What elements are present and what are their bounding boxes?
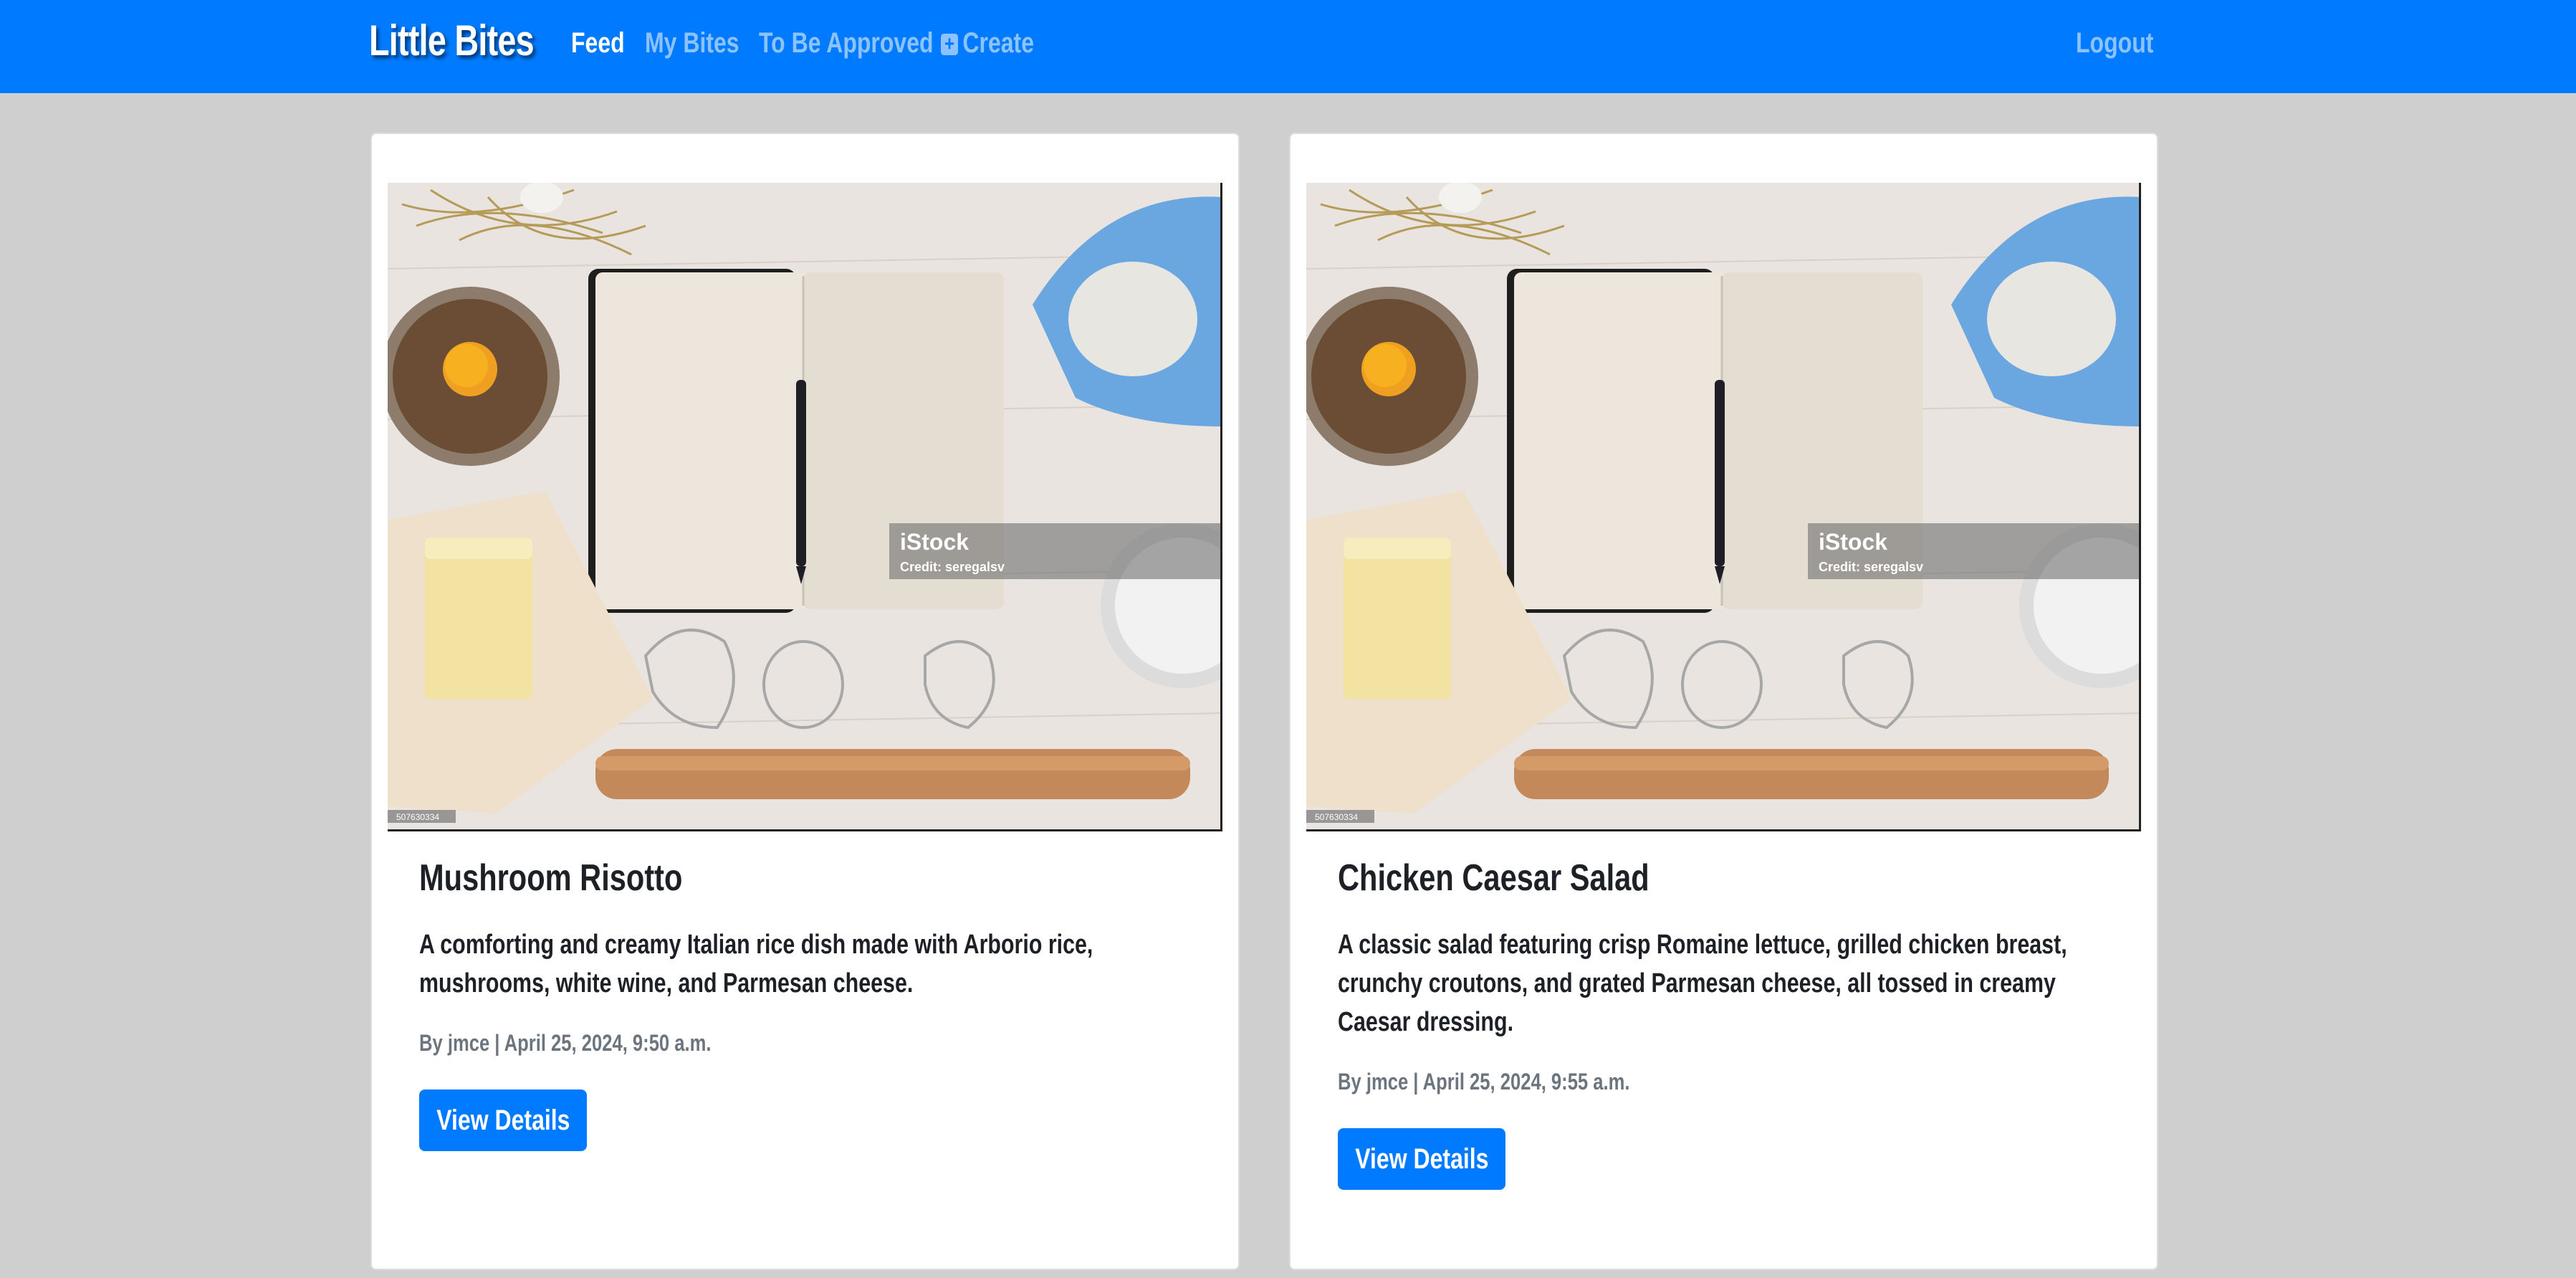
image-id-label: 507630334: [396, 812, 439, 822]
post-description: A classic salad featuring crisp Romaine …: [1338, 930, 2067, 1037]
post-title: Chicken Caesar Salad: [1338, 857, 1649, 899]
view-details-button[interactable]: View Details: [1338, 1128, 1505, 1190]
nav-link-my-bites[interactable]: My Bites: [645, 27, 739, 59]
post-meta: By jmce | April 25, 2024, 9:50 a.m.: [419, 1030, 712, 1056]
brand-logo[interactable]: Little Bites: [369, 16, 535, 65]
post-image: iStock Credit: seregalsv 507630334: [388, 183, 1222, 831]
post-card: iStock Credit: seregalsv 507630334 Mushr…: [370, 133, 1240, 1270]
post-card: iStock Credit: seregalsv 507630334 Chick…: [1289, 133, 2158, 1270]
post-description: A comforting and creamy Italian rice dis…: [419, 930, 1093, 998]
plus-square-icon: +: [941, 34, 958, 55]
nav-link-logout[interactable]: Logout: [2076, 27, 2153, 59]
image-id-label: 507630334: [1315, 812, 1358, 822]
view-details-label: View Details: [1354, 1143, 1489, 1175]
view-details-label: View Details: [436, 1105, 570, 1136]
post-image: iStock Credit: seregalsv 507630334: [1306, 183, 2141, 831]
nav-link-create-label: Create: [962, 27, 1035, 59]
view-details-button[interactable]: View Details: [419, 1089, 587, 1151]
credit-label: Credit: seregalsv: [1819, 560, 1923, 574]
post-title: Mushroom Risotto: [419, 857, 683, 899]
credit-label: Credit: seregalsv: [900, 560, 1005, 574]
nav-link-feed[interactable]: Feed: [571, 27, 625, 59]
watermark-label: iStock: [1819, 529, 1887, 555]
post-meta: By jmce | April 25, 2024, 9:55 a.m.: [1338, 1069, 1630, 1095]
nav-link-create[interactable]: + Create: [941, 27, 1034, 59]
nav-link-to-be-approved[interactable]: To Be Approved: [759, 27, 934, 59]
navbar: Little Bites Feed My Bites To Be Approve…: [0, 0, 2576, 93]
watermark-label: iStock: [900, 529, 969, 555]
